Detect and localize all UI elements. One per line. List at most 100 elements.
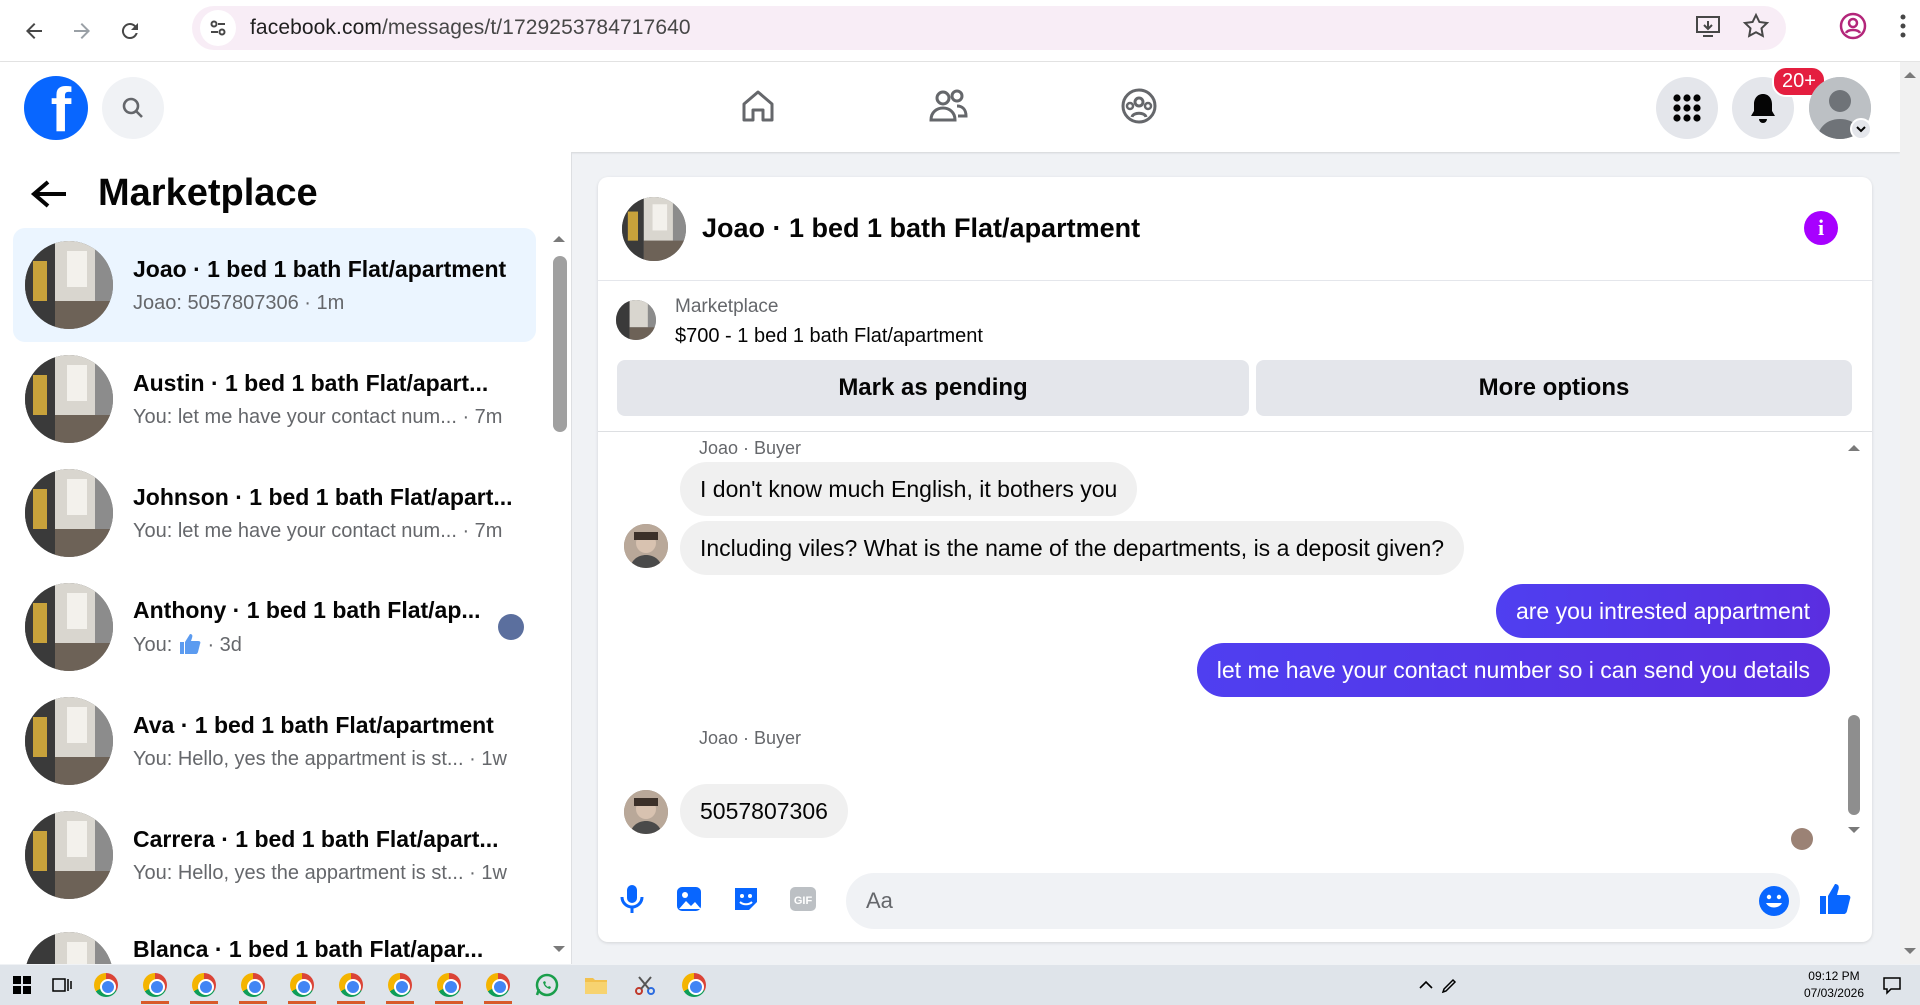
taskbar-chrome-app[interactable]	[331, 965, 371, 1005]
emoji-icon[interactable]	[1758, 885, 1790, 917]
listing-thumbnail[interactable]	[616, 300, 656, 340]
chrome-icon	[192, 973, 216, 997]
system-tray-chevron-icon[interactable]	[1418, 979, 1434, 991]
sender-label: Joao · Buyer	[699, 438, 802, 458]
listing-thumbnail	[25, 932, 113, 964]
chrome-icon	[241, 973, 265, 997]
thread-item-ava[interactable]: Ava · 1 bed 1 bath Flat/apartment You: H…	[13, 684, 536, 798]
site-info-icon[interactable]	[200, 10, 236, 46]
gif-button[interactable]: GIF	[787, 883, 819, 915]
thread-preview: You: Hello, yes the appartment is st... …	[133, 747, 507, 770]
url-path: /messages/t/1729253784717640	[381, 16, 691, 39]
sender-label: Joao · Buyer	[699, 728, 802, 748]
incoming-message[interactable]: Including viles? What is the name of the…	[680, 521, 1465, 575]
left-panel-scrollbar[interactable]	[553, 256, 567, 432]
outgoing-message[interactable]: let me have your contact number so i can…	[1196, 643, 1830, 697]
taskbar-chrome-app[interactable]	[674, 965, 714, 1005]
taskbar-chrome-app[interactable]	[380, 965, 420, 1005]
home-icon	[742, 90, 774, 122]
chrome-icon	[290, 973, 314, 997]
page-scrollbar[interactable]	[1900, 62, 1920, 964]
chrome-icon	[437, 973, 461, 997]
thread-item-anthony[interactable]: Anthony · 1 bed 1 bath Flat/ap... You: ·…	[13, 570, 536, 684]
start-button[interactable]	[2, 965, 42, 1005]
listing-thumbnail	[25, 583, 113, 671]
taskbar-whatsapp-app[interactable]	[527, 965, 567, 1005]
scissors-icon	[635, 976, 655, 995]
voice-clip-button[interactable]	[616, 883, 648, 915]
taskbar-clock[interactable]: 09:12 PM 07/03/2026	[1804, 968, 1864, 1002]
clock-time: 09:12 PM	[1808, 969, 1860, 983]
forward-button[interactable]	[62, 11, 102, 51]
task-view-button[interactable]	[42, 965, 82, 1005]
outgoing-message[interactable]: are you intrested appartment	[1495, 584, 1830, 638]
scroll-down-arrow-icon[interactable]	[550, 942, 568, 956]
address-bar[interactable]: facebook.com/messages/t/1729253784717640	[192, 6, 1786, 50]
conversation-header: Joao · 1 bed 1 bath Flat/apartment i	[598, 177, 1872, 281]
taskbar-chrome-app[interactable]	[86, 965, 126, 1005]
clock-date: 07/03/2026	[1803, 986, 1864, 1000]
conversation-avatar[interactable]	[622, 196, 686, 261]
thread-item-johnson[interactable]: Johnson · 1 bed 1 bath Flat/apart... You…	[13, 456, 536, 570]
page-scroll-down-icon[interactable]	[1900, 944, 1920, 958]
reload-icon	[121, 22, 138, 39]
thumbs-up-send-icon[interactable]	[1818, 883, 1852, 915]
buyer-avatar[interactable]	[624, 524, 668, 568]
pen-tray-icon[interactable]	[1440, 975, 1460, 995]
thread-item-austin[interactable]: Austin · 1 bed 1 bath Flat/apart... You:…	[13, 342, 536, 456]
page-scroll-up-icon[interactable]	[1900, 68, 1920, 82]
chat-scroll-up-icon[interactable]	[1845, 441, 1863, 453]
mark-as-pending-button[interactable]: Mark as pending	[617, 360, 1249, 416]
whatsapp-icon	[535, 973, 559, 997]
sticker-button[interactable]	[730, 883, 762, 915]
profile-icon[interactable]	[1838, 11, 1868, 41]
install-app-icon[interactable]	[1694, 12, 1722, 40]
thread-item-carrera[interactable]: Carrera · 1 bed 1 bath Flat/apart... You…	[13, 798, 536, 912]
taskbar-chrome-app[interactable]	[184, 965, 224, 1005]
bookmark-star-icon[interactable]	[1742, 12, 1770, 40]
listing-price-title[interactable]: $700 - 1 bed 1 bath Flat/apartment	[675, 325, 983, 348]
thread-name: Ava · 1 bed 1 bath Flat/apartment	[133, 711, 494, 738]
chrome-icon	[486, 973, 510, 997]
notification-center-icon[interactable]	[1882, 975, 1902, 995]
friends-tab[interactable]	[926, 84, 970, 128]
buyer-avatar[interactable]	[624, 790, 668, 834]
chevron-down-icon[interactable]	[1850, 118, 1872, 140]
back-arrow-icon[interactable]	[30, 178, 68, 210]
taskbar-chrome-app[interactable]	[233, 965, 273, 1005]
thread-item-blanca[interactable]: Blanca · 1 bed 1 bath Flat/apar...	[13, 912, 536, 964]
facebook-top-nav: f 20+	[0, 62, 1900, 152]
taskbar-chrome-app[interactable]	[282, 965, 322, 1005]
chat-scroll-down-icon[interactable]	[1845, 825, 1863, 837]
more-options-button[interactable]: More options	[1256, 360, 1852, 416]
back-button[interactable]	[14, 11, 54, 51]
info-icon[interactable]: i	[1804, 211, 1838, 245]
thread-name: Carrera · 1 bed 1 bath Flat/apart...	[133, 825, 499, 852]
reload-button[interactable]	[110, 11, 150, 51]
taskbar-chrome-app[interactable]	[135, 965, 175, 1005]
menu-button[interactable]	[1656, 77, 1718, 139]
message-list: Joao · Buyer I don't know much English, …	[598, 433, 1872, 853]
bell-icon	[1751, 94, 1775, 123]
incoming-message[interactable]: 5057807306	[680, 784, 848, 838]
listing-thumbnail	[25, 469, 113, 557]
facebook-logo-icon[interactable]: f	[24, 76, 88, 140]
taskbar-chrome-app[interactable]	[429, 965, 469, 1005]
incoming-message[interactable]: I don't know much English, it bothers yo…	[680, 462, 1138, 516]
attach-photo-button[interactable]	[673, 883, 705, 915]
search-icon	[122, 97, 143, 118]
scroll-up-arrow-icon[interactable]	[550, 232, 568, 246]
conversation-title[interactable]: Joao · 1 bed 1 bath Flat/apartment	[702, 213, 1140, 244]
taskbar-file-explorer[interactable]	[576, 965, 616, 1005]
taskbar-snipping-tool[interactable]	[625, 965, 665, 1005]
kebab-menu-icon[interactable]	[1898, 12, 1908, 40]
chat-scrollbar[interactable]	[1848, 715, 1860, 815]
message-input[interactable]: Aa	[846, 873, 1800, 929]
taskbar-chrome-app[interactable]	[478, 965, 518, 1005]
search-button[interactable]	[102, 77, 164, 139]
thread-item-joao[interactable]: Joao · 1 bed 1 bath Flat/apartment Joao:…	[13, 228, 536, 342]
home-tab[interactable]	[736, 84, 780, 128]
thread-preview: You: Hello, yes the appartment is st... …	[133, 861, 507, 884]
url-text: facebook.com/messages/t/1729253784717640	[250, 16, 691, 40]
groups-tab[interactable]	[1117, 84, 1161, 128]
